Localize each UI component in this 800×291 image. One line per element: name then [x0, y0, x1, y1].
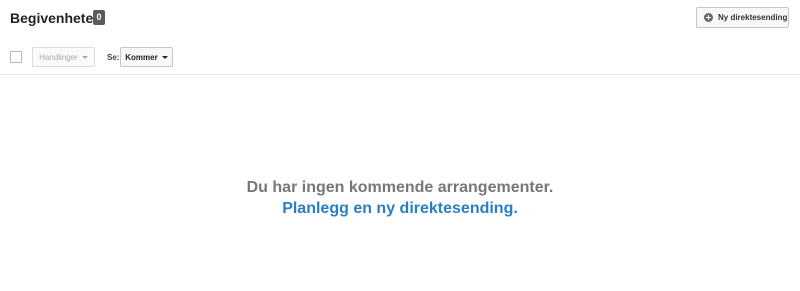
chevron-down-icon: [161, 55, 168, 59]
plus-circle-icon: [704, 13, 713, 22]
new-live-stream-label: Ny direktesending: [718, 13, 788, 22]
view-filter-label: Se:: [107, 53, 120, 62]
events-toolbar: Handlinger Se: Kommer: [0, 46, 800, 70]
actions-dropdown-label: Handlinger: [39, 52, 78, 62]
select-all-checkbox[interactable]: [10, 51, 22, 63]
schedule-live-stream-link[interactable]: Planlegg en ny direktesending.: [282, 198, 518, 219]
new-live-stream-button[interactable]: Ny direktesending: [696, 7, 789, 28]
events-count-badge: 0: [93, 10, 105, 25]
view-filter-dropdown[interactable]: Kommer: [120, 47, 173, 67]
page-header: Begivenheter 0 Ny direktesending: [0, 0, 800, 38]
actions-dropdown[interactable]: Handlinger: [32, 47, 95, 67]
empty-state: Du har ingen kommende arrangementer. Pla…: [0, 177, 800, 219]
events-page: Begivenheter 0 Ny direktesending Handlin…: [0, 0, 800, 291]
empty-state-message: Du har ingen kommende arrangementer.: [246, 179, 554, 196]
chevron-down-icon: [81, 55, 88, 59]
page-title: Begivenheter: [10, 10, 99, 26]
toolbar-divider: [0, 74, 800, 75]
view-filter-selected: Kommer: [125, 52, 158, 62]
